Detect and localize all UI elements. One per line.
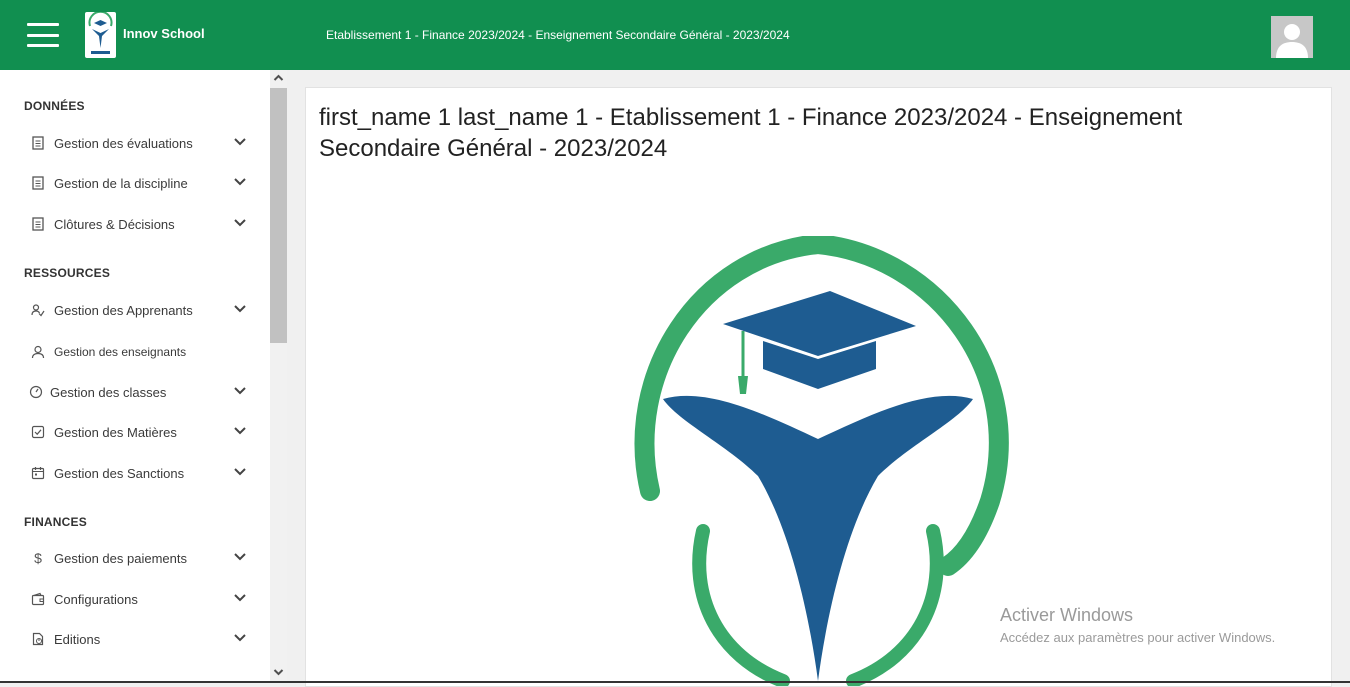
app-name: Innov School	[123, 26, 205, 41]
sidebar-item-configurations[interactable]: Configurations	[24, 584, 254, 614]
dollar-icon: $	[34, 550, 42, 566]
chevron-down-icon[interactable]	[233, 467, 247, 477]
scroll-up-arrow-icon[interactable]	[270, 70, 287, 86]
sidebar-item-label: Editions	[54, 632, 101, 647]
chevron-down-icon[interactable]	[233, 426, 247, 436]
chevron-down-icon[interactable]	[233, 218, 247, 228]
sidebar-item-label: Gestion des Apprenants	[54, 303, 193, 318]
section-title-donnees: DONNÉES	[24, 99, 85, 113]
chevron-down-icon[interactable]	[233, 593, 247, 603]
sidebar-item-label: Gestion des classes	[50, 385, 167, 400]
sidebar-item-label: Gestion des paiements	[54, 551, 187, 566]
section-title-ressources: RESSOURCES	[24, 266, 111, 280]
sidebar: DONNÉES Gestion des évaluations Gestion …	[0, 70, 270, 683]
sidebar-item-label: Gestion de la discipline	[54, 176, 188, 191]
sidebar-item-label: Clôtures & Décisions	[54, 217, 175, 232]
windows-activation-subtitle: Accédez aux paramètres pour activer Wind…	[1000, 630, 1276, 645]
header-title: Etablissement 1 - Finance 2023/2024 - En…	[326, 28, 790, 42]
document-icon	[32, 217, 44, 231]
users-icon	[31, 304, 45, 317]
top-bar: Innov School Etablissement 1 - Finance 2…	[0, 0, 1350, 70]
hamburger-menu-icon[interactable]	[27, 23, 59, 47]
sidebar-item-apprenants[interactable]: Gestion des Apprenants	[24, 295, 254, 325]
calendar-icon	[31, 467, 45, 480]
document-icon	[32, 176, 44, 190]
sidebar-item-label: Gestion des évaluations	[54, 136, 193, 151]
sidebar-item-paiements[interactable]: $ Gestion des paiements	[24, 543, 254, 573]
sidebar-item-label: Gestion des Sanctions	[54, 466, 185, 481]
chevron-down-icon[interactable]	[233, 552, 247, 562]
sidebar-item-discipline[interactable]: Gestion de la discipline	[24, 168, 254, 198]
sidebar-item-sanctions[interactable]: Gestion des Sanctions	[24, 458, 254, 488]
windows-activation-title: Activer Windows	[1000, 605, 1134, 625]
chevron-down-icon[interactable]	[233, 633, 247, 643]
file-chart-icon	[32, 632, 44, 646]
main-content-card: first_name 1 last_name 1 - Etablissement…	[305, 87, 1332, 687]
avatar-placeholder-icon	[1276, 24, 1308, 58]
school-logo	[634, 236, 1009, 686]
sidebar-item-matieres[interactable]: Gestion des Matières	[24, 417, 254, 447]
chevron-down-icon[interactable]	[233, 177, 247, 187]
user-avatar[interactable]	[1271, 16, 1313, 58]
document-icon	[32, 136, 44, 150]
chevron-down-icon[interactable]	[233, 137, 247, 147]
sidebar-item-evaluations[interactable]: Gestion des évaluations	[24, 128, 254, 158]
sidebar-item-classes[interactable]: Gestion des classes	[24, 377, 254, 407]
scroll-down-arrow-icon[interactable]	[270, 664, 287, 680]
gauge-icon	[29, 385, 43, 399]
sidebar-item-label: Gestion des Matières	[54, 425, 177, 440]
sidebar-item-label: Gestion des enseignants	[54, 345, 187, 359]
checkbox-icon	[31, 425, 45, 439]
chevron-down-icon[interactable]	[233, 386, 247, 396]
sidebar-item-editions[interactable]: Editions	[24, 624, 254, 654]
section-title-finances: FINANCES	[24, 515, 87, 529]
sidebar-item-clotures[interactable]: Clôtures & Décisions	[24, 209, 254, 239]
wallet-icon	[31, 592, 45, 606]
page-title: first_name 1 last_name 1 - Etablissement…	[319, 104, 1183, 162]
scrollbar-thumb[interactable]	[270, 88, 287, 343]
chevron-down-icon[interactable]	[233, 304, 247, 314]
sidebar-item-enseignants[interactable]: Gestion des enseignants	[24, 337, 254, 367]
app-logo[interactable]	[85, 10, 116, 58]
sidebar-item-label: Configurations	[54, 592, 138, 607]
user-icon	[31, 345, 45, 359]
